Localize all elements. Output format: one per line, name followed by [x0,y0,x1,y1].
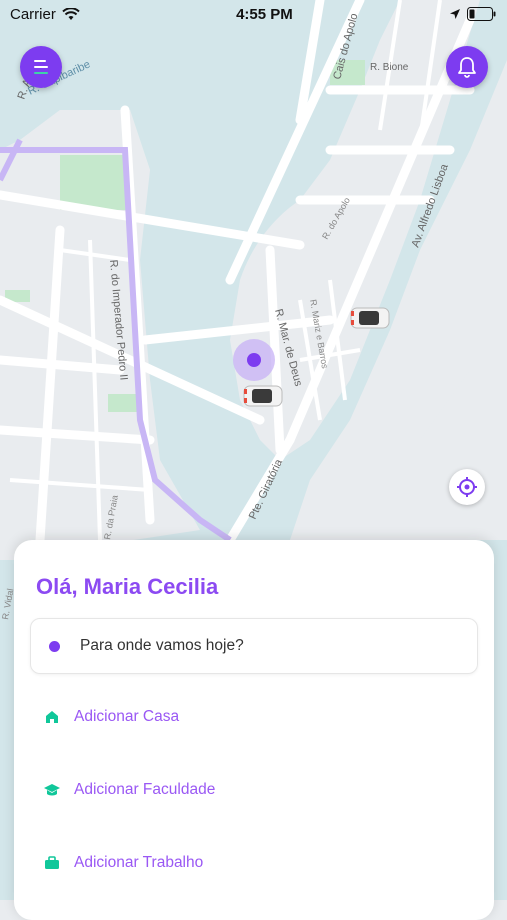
carrier-label: Carrier [10,5,56,23]
crosshair-icon [457,477,477,497]
location-arrow-icon [449,9,460,19]
clock: 4:55 PM [236,5,293,23]
add-home-button[interactable]: Adicionar Casa [44,708,179,726]
bottom-sheet: Olá, Maria Cecilia Para onde vamos hoje?… [14,540,494,920]
briefcase-icon [45,856,59,869]
menu-button[interactable] [20,46,62,88]
destination-dot-icon [49,640,60,652]
home-icon [46,711,58,723]
search-placeholder: Para onde vamos hoje? [80,637,244,654]
greeting-title: Olá, Maria Cecilia [36,574,219,599]
locate-me-button[interactable] [449,469,485,505]
bell-icon [458,57,476,78]
add-work-label: Adicionar Trabalho [74,854,204,871]
car-icon [243,385,283,407]
notifications-button[interactable] [446,46,488,88]
add-work-button[interactable]: Adicionar Trabalho [44,854,203,872]
street-label: R. Bione [370,62,409,73]
add-school-button[interactable]: Adicionar Faculdade [44,781,215,799]
add-home-label: Adicionar Casa [74,708,180,725]
add-school-label: Adicionar Faculdade [74,781,216,798]
menu-icon [34,60,48,74]
wifi-icon [62,7,80,20]
destination-search-input[interactable]: Para onde vamos hoje? [30,618,478,674]
battery-icon [466,7,496,21]
current-location-dot [247,353,261,367]
park [60,155,130,210]
status-bar: Carrier 4:55 PM [0,0,507,28]
graduation-cap-icon [44,784,60,796]
car-icon [350,307,390,329]
